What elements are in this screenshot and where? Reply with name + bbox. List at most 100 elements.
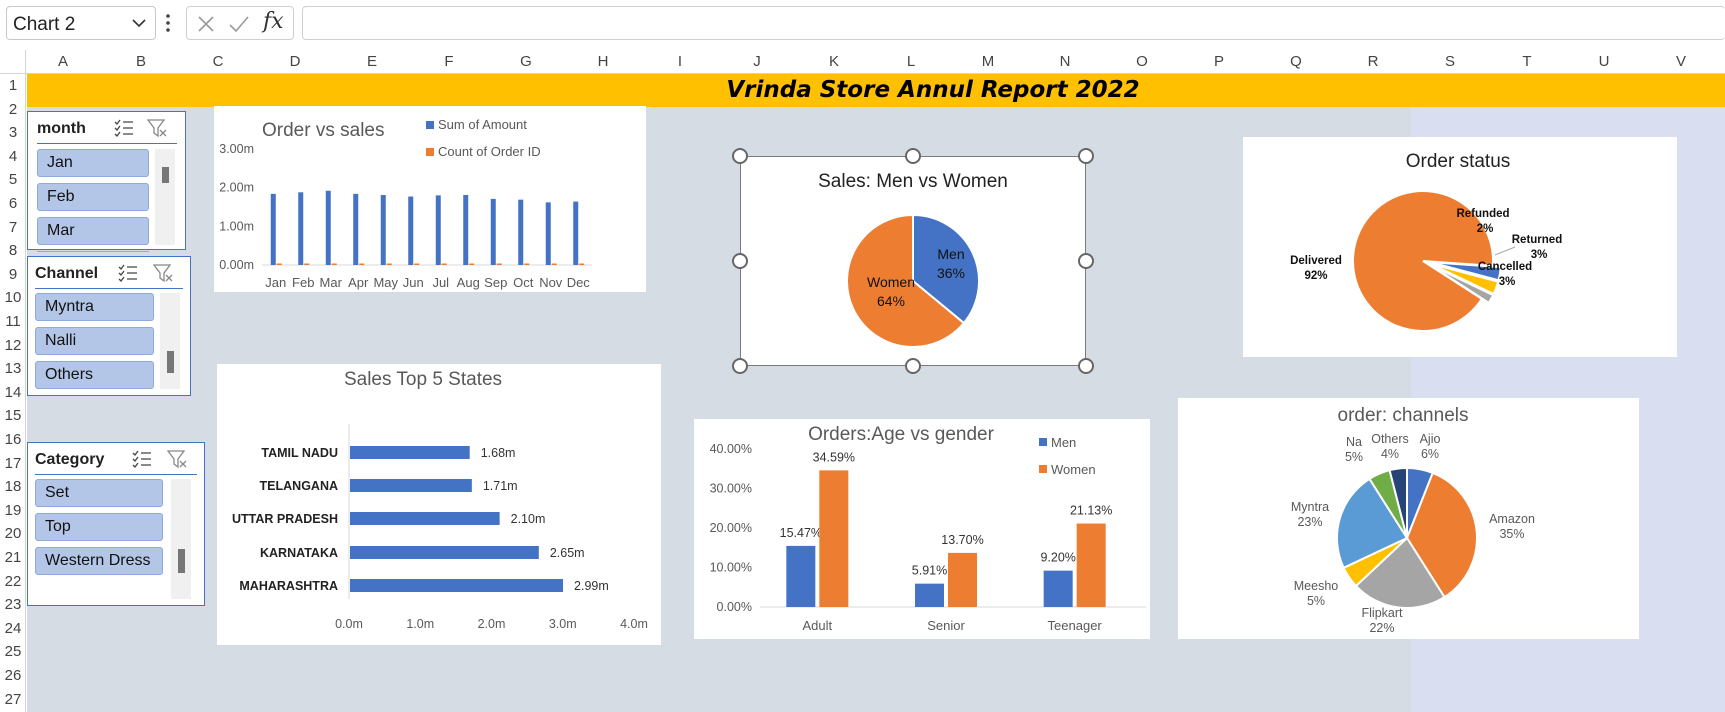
scroll-thumb[interactable] bbox=[162, 167, 169, 183]
resize-handle[interactable] bbox=[905, 148, 921, 164]
column-label[interactable]: D bbox=[275, 50, 315, 74]
column-label[interactable]: H bbox=[583, 50, 623, 74]
row-label[interactable]: 17 bbox=[0, 452, 26, 476]
column-label[interactable]: Q bbox=[1276, 50, 1316, 74]
slicer-item[interactable]: Jan bbox=[37, 149, 149, 177]
row-label[interactable]: 6 bbox=[0, 192, 26, 216]
clear-filter-icon[interactable] bbox=[146, 118, 168, 138]
resize-handle[interactable] bbox=[732, 358, 748, 374]
slicer-item[interactable]: Myntra bbox=[35, 293, 154, 321]
row-label[interactable]: 26 bbox=[0, 664, 26, 688]
scroll-thumb[interactable] bbox=[178, 549, 185, 573]
resize-handle[interactable] bbox=[1078, 148, 1094, 164]
clear-filter-icon[interactable] bbox=[166, 449, 188, 469]
column-label[interactable]: K bbox=[814, 50, 854, 74]
chevron-down-icon[interactable] bbox=[131, 15, 147, 31]
row-label[interactable]: 14 bbox=[0, 381, 26, 405]
row-label[interactable]: 19 bbox=[0, 499, 26, 523]
row-label[interactable]: 8 bbox=[0, 239, 26, 263]
check-icon[interactable] bbox=[227, 13, 251, 40]
resize-handle[interactable] bbox=[732, 148, 748, 164]
chart-sales-men-women[interactable]: Sales: Men vs Women Men 36% Women 64% bbox=[740, 156, 1086, 366]
row-label[interactable]: 11 bbox=[0, 310, 26, 334]
row-label[interactable]: 21 bbox=[0, 546, 26, 570]
slicer-item[interactable]: Nalli bbox=[35, 327, 154, 355]
slicer-channel[interactable]: Channel Myntra Nalli Others bbox=[27, 256, 191, 396]
scroll-thumb[interactable] bbox=[167, 351, 174, 373]
row-label[interactable]: 9 bbox=[0, 263, 26, 287]
row-label[interactable]: 1 bbox=[0, 74, 26, 98]
column-label[interactable]: G bbox=[506, 50, 546, 74]
cancel-icon[interactable] bbox=[195, 13, 217, 40]
column-label[interactable]: A bbox=[43, 50, 83, 74]
row-label[interactable]: 4 bbox=[0, 145, 26, 169]
slicer-scrollbar[interactable] bbox=[171, 479, 191, 599]
resize-handle[interactable] bbox=[1078, 253, 1094, 269]
column-label[interactable]: I bbox=[660, 50, 700, 74]
resize-handle[interactable] bbox=[1078, 358, 1094, 374]
column-label[interactable]: E bbox=[352, 50, 392, 74]
column-label[interactable]: C bbox=[198, 50, 238, 74]
row-label[interactable]: 15 bbox=[0, 404, 26, 428]
resize-handle[interactable] bbox=[732, 253, 748, 269]
slicer-item[interactable]: Feb bbox=[37, 183, 149, 211]
slicer-item[interactable]: Western Dress bbox=[35, 547, 163, 575]
row-label[interactable]: 22 bbox=[0, 570, 26, 594]
column-label[interactable]: L bbox=[891, 50, 931, 74]
column-label[interactable]: R bbox=[1353, 50, 1393, 74]
sheet-grid[interactable]: Vrinda Store Annul Report 2022 month Jan… bbox=[27, 74, 1725, 712]
row-label[interactable]: 25 bbox=[0, 640, 26, 664]
column-label[interactable]: S bbox=[1430, 50, 1470, 74]
column-label[interactable]: J bbox=[737, 50, 777, 74]
multi-select-icon[interactable] bbox=[117, 263, 139, 283]
slicer-category[interactable]: Category Set Top Western Dress bbox=[27, 442, 205, 606]
column-label[interactable]: M bbox=[968, 50, 1008, 74]
slicer-scrollbar[interactable] bbox=[160, 293, 180, 389]
row-label[interactable]: 10 bbox=[0, 286, 26, 310]
chart-order-status[interactable]: Order status Cancelled 3% Returned 3% Refunde… bbox=[1243, 137, 1677, 357]
chart-order-channels[interactable]: order: channels Ajio 6% Amazon 35% Flipkart 22… bbox=[1178, 398, 1639, 639]
chart-svg: Order vs sales Sum of Amount Count of Orde… bbox=[219, 117, 592, 290]
slicer-scrollbar[interactable] bbox=[155, 149, 175, 245]
clear-filter-icon[interactable] bbox=[152, 263, 174, 283]
chart-orders-age-gender[interactable]: Orders:Age vs gender Men Women 0.00% 10.00% 2… bbox=[694, 419, 1150, 639]
row-label[interactable]: 16 bbox=[0, 428, 26, 452]
column-label[interactable]: F bbox=[429, 50, 469, 74]
chart-sales-top5-states[interactable]: Sales Top 5 States TAMIL NADU 1.68m TELANGA… bbox=[217, 364, 661, 645]
slicer-item[interactable]: Top bbox=[35, 513, 163, 541]
row-label[interactable]: 24 bbox=[0, 617, 26, 641]
row-label[interactable]: 13 bbox=[0, 357, 26, 381]
slicer-month[interactable]: month Jan Feb Mar bbox=[27, 111, 186, 252]
report-banner[interactable]: Vrinda Store Annul Report 2022 bbox=[27, 74, 1725, 107]
row-label[interactable]: 23 bbox=[0, 593, 26, 617]
row-label[interactable]: 7 bbox=[0, 216, 26, 240]
select-all-corner[interactable] bbox=[0, 50, 26, 74]
column-label[interactable]: B bbox=[121, 50, 161, 74]
row-label[interactable]: 27 bbox=[0, 688, 26, 712]
column-label[interactable]: O bbox=[1122, 50, 1162, 74]
multi-select-icon[interactable] bbox=[113, 118, 135, 138]
multi-select-icon[interactable] bbox=[131, 449, 153, 469]
row-label[interactable]: 12 bbox=[0, 334, 26, 358]
slicer-item[interactable]: Mar bbox=[37, 217, 149, 245]
column-label[interactable]: V bbox=[1661, 50, 1701, 74]
column-label[interactable]: N bbox=[1045, 50, 1085, 74]
row-label[interactable]: 2 bbox=[0, 98, 26, 122]
chart-order-vs-sales[interactable]: Order vs sales Sum of Amount Count of Orde… bbox=[214, 106, 646, 292]
insert-function-icon[interactable]: fx bbox=[263, 9, 284, 34]
slicer-item[interactable]: Others bbox=[35, 361, 154, 389]
formula-input[interactable] bbox=[302, 6, 1725, 40]
resize-handle[interactable] bbox=[905, 358, 921, 374]
column-label[interactable]: T bbox=[1507, 50, 1547, 74]
name-box[interactable]: Chart 2 bbox=[6, 6, 156, 40]
column-label[interactable]: P bbox=[1199, 50, 1239, 74]
column-label[interactable]: U bbox=[1584, 50, 1624, 74]
bar bbox=[414, 263, 420, 265]
more-options-icon[interactable] bbox=[164, 10, 172, 36]
slicer-item[interactable]: Set bbox=[35, 479, 163, 507]
bar bbox=[304, 263, 310, 265]
row-label[interactable]: 20 bbox=[0, 522, 26, 546]
row-label[interactable]: 5 bbox=[0, 168, 26, 192]
row-label[interactable]: 3 bbox=[0, 121, 26, 145]
row-label[interactable]: 18 bbox=[0, 475, 26, 499]
